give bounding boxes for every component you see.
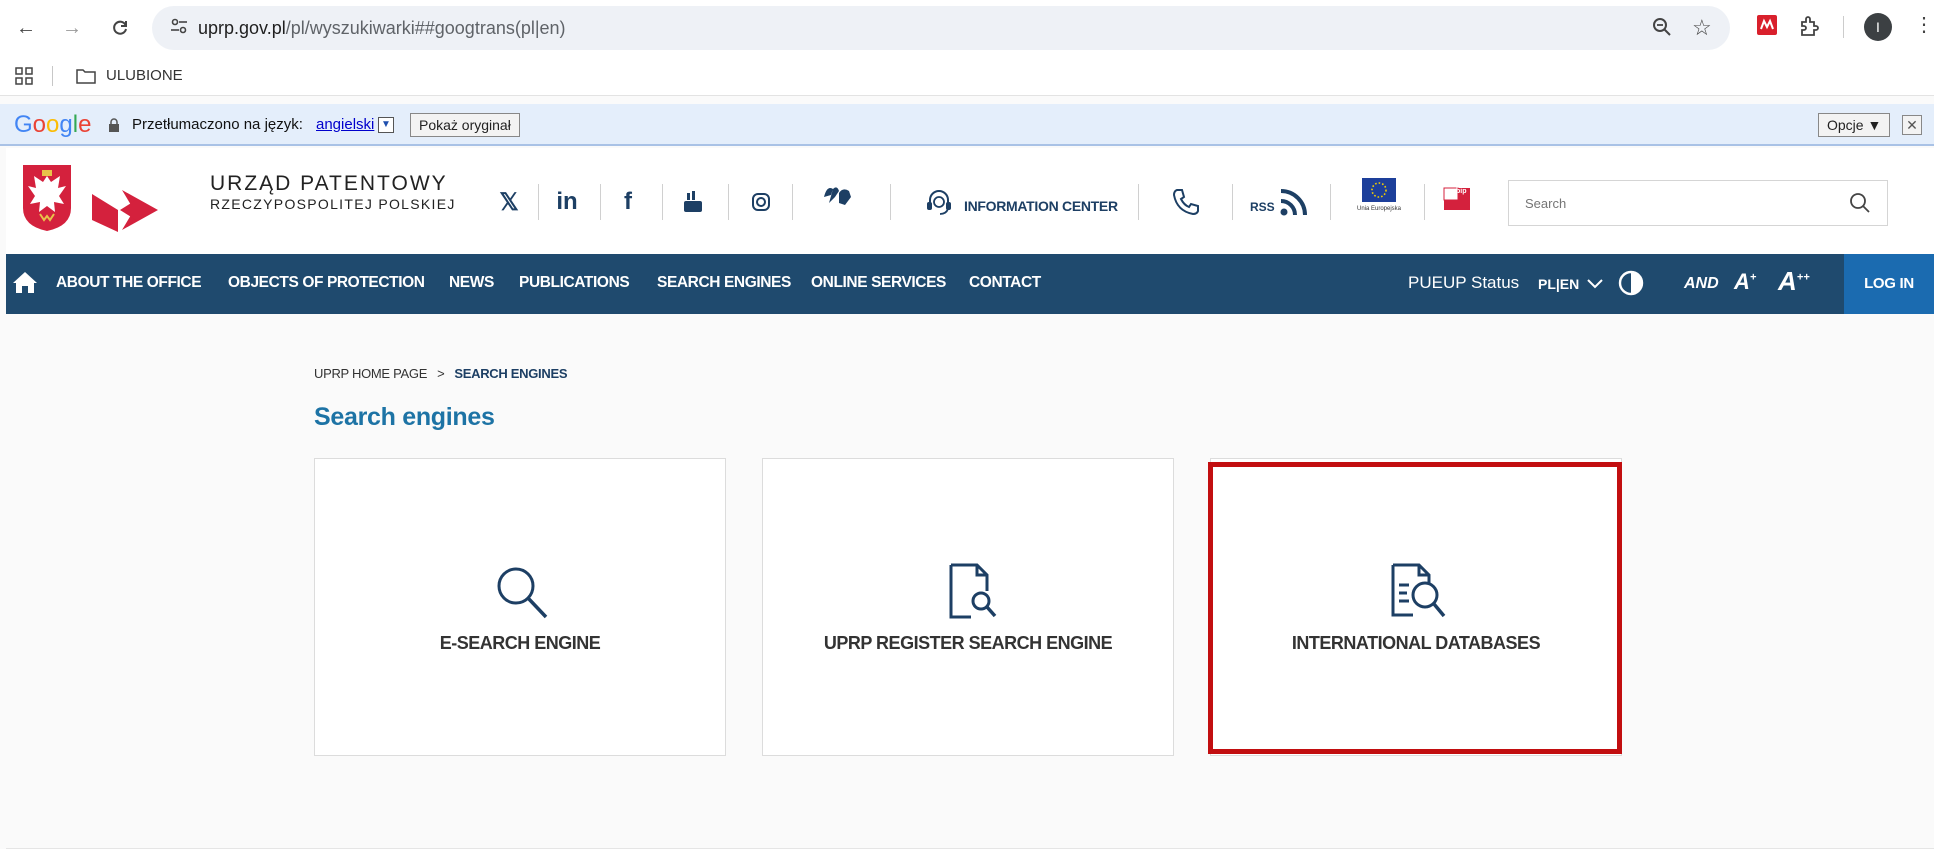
youtube-icon[interactable]: [678, 184, 708, 220]
login-button[interactable]: LOG IN: [1844, 254, 1934, 314]
nav-publications[interactable]: PUBLICATIONS: [519, 274, 630, 292]
eu-flag-logo[interactable]: Unia Europejska: [1348, 178, 1410, 222]
bookmarks-divider: [52, 66, 53, 86]
reload-icon[interactable]: [106, 14, 134, 42]
google-translate-bar: Google Przetłumaczono na język: angielsk…: [0, 104, 1934, 146]
translate-language-link[interactable]: angielski: [316, 116, 374, 133]
breadcrumb: UPRP HOME PAGE > SEARCH ENGINES: [314, 366, 568, 381]
site-search-field[interactable]: [1508, 180, 1888, 226]
header-divider: [600, 184, 601, 220]
bip-label: bip: [1456, 188, 1467, 195]
profile-avatar[interactable]: I: [1864, 13, 1892, 41]
site-settings-icon[interactable]: [170, 18, 188, 39]
back-icon[interactable]: ←: [12, 14, 40, 42]
nav-search-engines[interactable]: SEARCH ENGINES: [657, 274, 791, 292]
menu-kebab-icon[interactable]: ⋮: [1914, 12, 1934, 37]
zoom-icon[interactable]: [1652, 17, 1672, 43]
header-divider: [1138, 184, 1139, 220]
url-text[interactable]: uprp.gov.pl/pl/wyszukiwarki##googtrans(p…: [198, 18, 566, 39]
header-divider: [792, 184, 793, 220]
show-original-button[interactable]: Pokaż oryginał: [410, 113, 520, 137]
chevron-down-icon: [1583, 276, 1603, 292]
phone-icon[interactable]: [1168, 184, 1204, 220]
font-size-plus-button[interactable]: A+: [1734, 269, 1756, 295]
translate-close-button[interactable]: ✕: [1902, 115, 1922, 135]
nav-about-the-office[interactable]: ABOUT THE OFFICE: [56, 274, 202, 292]
site-header: URZĄD PATENTOWY RZECZYPOSPOLITEJ POLSKIE…: [6, 148, 1934, 254]
information-center-link[interactable]: INFORMATION CENTER: [964, 198, 1118, 214]
eu-label: Unia Europejska: [1356, 206, 1402, 212]
breadcrumb-current: SEARCH ENGINES: [454, 366, 568, 381]
header-divider: [1330, 184, 1331, 220]
instagram-icon[interactable]: [746, 184, 776, 220]
bookmark-star-icon[interactable]: ☆: [1692, 15, 1712, 41]
search-icon[interactable]: [1849, 192, 1873, 216]
nav-news[interactable]: NEWS: [449, 274, 494, 292]
card-label: E-SEARCH ENGINE: [439, 633, 601, 653]
home-icon[interactable]: [12, 270, 40, 296]
card-e-search-engine[interactable]: E-SEARCH ENGINE: [314, 458, 726, 756]
linkedin-icon[interactable]: in: [552, 184, 582, 220]
toolbar-divider: [1843, 16, 1844, 38]
pueup-status-link[interactable]: PUEUP Status: [1408, 273, 1519, 293]
browser-toolbar: ← → uprp.gov.pl/pl/wyszukiwarki##googtra…: [0, 0, 1934, 56]
page-title: Search engines: [314, 403, 495, 431]
folder-icon[interactable]: [76, 68, 96, 84]
bookmarks-bar: ULUBIONE: [0, 56, 1934, 96]
header-divider: [538, 184, 539, 220]
search-input[interactable]: [1523, 193, 1823, 213]
nav-online-services[interactable]: ONLINE SERVICES: [811, 274, 946, 292]
font-size-plusplus-button[interactable]: A++: [1778, 266, 1810, 297]
bookmark-folder-label[interactable]: ULUBIONE: [106, 67, 183, 84]
header-divider: [662, 184, 663, 220]
font-size-normal-button[interactable]: AND: [1684, 275, 1719, 293]
translate-options-button[interactable]: Opcje ▼: [1818, 113, 1891, 137]
sign-language-icon[interactable]: [820, 178, 856, 214]
search-icon: [491, 561, 551, 621]
card-label: UPRP REGISTER SEARCH ENGINE: [823, 633, 1113, 653]
uprp-logo-mark[interactable]: [90, 190, 160, 237]
header-divider: [890, 184, 891, 220]
nav-contact[interactable]: CONTACT: [969, 274, 1041, 292]
google-logo: Google: [14, 111, 92, 138]
language-dropdown-icon[interactable]: ▼: [378, 117, 394, 133]
rss-icon[interactable]: [1278, 184, 1310, 220]
lock-icon: [108, 118, 120, 132]
main-navigation: ABOUT THE OFFICE OBJECTS OF PROTECTION N…: [6, 254, 1934, 314]
address-bar[interactable]: uprp.gov.pl/pl/wyszukiwarki##googtrans(p…: [152, 6, 1730, 50]
facebook-icon[interactable]: f: [616, 184, 640, 220]
logo-title: URZĄD PATENTOWY: [210, 172, 448, 195]
contrast-toggle-icon[interactable]: [1618, 270, 1644, 296]
card-uprp-register-search-engine[interactable]: UPRP REGISTER SEARCH ENGINE: [762, 458, 1174, 756]
header-divider: [1424, 184, 1425, 220]
breadcrumb-separator: >: [437, 366, 445, 381]
nav-objects-of-protection[interactable]: OBJECTS OF PROTECTION: [228, 274, 425, 292]
headset-icon[interactable]: [922, 184, 956, 220]
logo-subtitle: RZECZYPOSPOLITEJ POLSKIEJ: [210, 196, 456, 212]
x-twitter-icon[interactable]: 𝕏: [494, 184, 524, 220]
translated-to-label: Przetłumaczono na język:: [132, 116, 303, 133]
document-search-icon: [939, 561, 999, 621]
header-divider: [1232, 184, 1233, 220]
extensions-puzzle-icon[interactable]: [1798, 14, 1822, 43]
breadcrumb-home-link[interactable]: UPRP HOME PAGE: [314, 366, 427, 381]
rss-label[interactable]: RSS: [1250, 200, 1275, 214]
header-divider: [728, 184, 729, 220]
highlight-box: [1208, 462, 1622, 754]
extension-red-icon[interactable]: [1756, 14, 1778, 41]
bip-logo[interactable]: bip: [1442, 182, 1472, 216]
forward-icon[interactable]: →: [58, 14, 86, 42]
polish-eagle-emblem[interactable]: [22, 164, 72, 237]
language-switcher[interactable]: PL|EN: [1538, 276, 1603, 292]
apps-grid-icon[interactable]: [14, 66, 34, 86]
